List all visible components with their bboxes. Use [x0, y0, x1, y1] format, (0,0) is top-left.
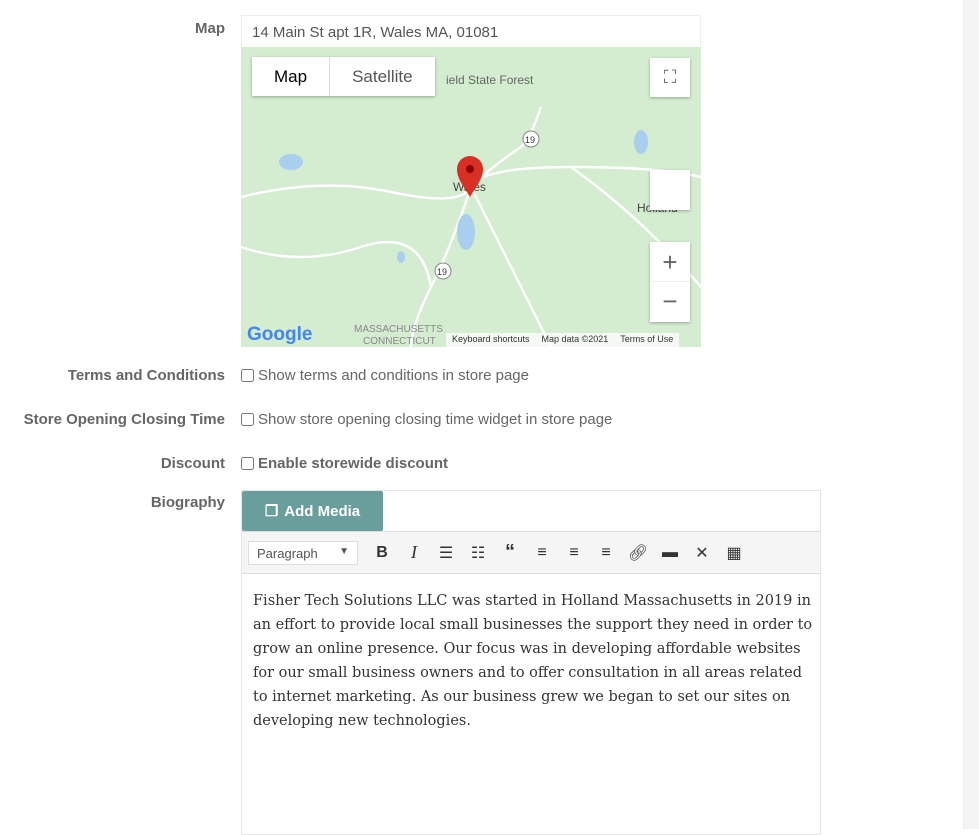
map-tab[interactable]: Map: [252, 57, 331, 96]
map-footer: Keyboard shortcuts Map data ©2021 Terms …: [446, 333, 680, 347]
format-select[interactable]: Paragraph ▼: [248, 540, 358, 565]
map-data: Map data ©2021: [541, 334, 609, 344]
route-label: 19: [437, 267, 447, 277]
zoom-out-button[interactable]: −: [650, 282, 690, 322]
zoom-in-button[interactable]: +: [650, 242, 690, 282]
route-label: 19: [525, 135, 535, 145]
numbered-list-icon[interactable]: ☷: [462, 543, 494, 563]
terms-checkbox[interactable]: [241, 369, 254, 382]
biography-label: Biography: [150, 494, 225, 511]
opening-checkbox-row[interactable]: Show store opening closing time widget i…: [241, 411, 612, 428]
align-right-icon[interactable]: ≡: [590, 544, 622, 562]
satellite-tab[interactable]: Satellite: [330, 57, 434, 96]
media-icon: ❐: [264, 503, 279, 520]
scrollbar[interactable]: [963, 0, 979, 829]
street-view-button[interactable]: [650, 170, 690, 210]
discount-checkbox-label: Enable storewide discount: [258, 455, 449, 472]
map-label: Map: [195, 20, 225, 37]
terms-label: Terms and Conditions: [67, 367, 225, 384]
bold-icon[interactable]: B: [366, 544, 398, 562]
editor-toolbar: Paragraph ▼ B I ☰ ☷ “ ≡ ≡ ≡ 🔗︎ ▬ ✕ ▦: [242, 531, 820, 574]
address-input[interactable]: 14 Main St apt 1R, Wales MA, 01081: [241, 15, 701, 48]
place-label: ield State Forest: [446, 73, 534, 87]
link-icon[interactable]: 🔗︎: [622, 543, 654, 563]
fullscreen-icon[interactable]: ⛶: [650, 58, 690, 97]
italic-icon[interactable]: I: [398, 542, 430, 563]
map[interactable]: Wales Holland ield State Forest 19 19 MA…: [241, 47, 701, 347]
read-more-icon[interactable]: ▬: [654, 544, 686, 562]
discount-label: Discount: [160, 455, 225, 472]
opening-checkbox-label: Show store opening closing time widget i…: [258, 411, 613, 428]
add-media-button[interactable]: ❐ Add Media: [242, 491, 383, 531]
blockquote-icon[interactable]: “: [494, 541, 526, 564]
discount-checkbox[interactable]: [241, 457, 254, 470]
keyboard-shortcuts-link[interactable]: Keyboard shortcuts: [452, 334, 530, 346]
align-left-icon[interactable]: ≡: [526, 544, 558, 562]
opening-label: Store Opening Closing Time: [23, 411, 225, 428]
opening-checkbox[interactable]: [241, 413, 254, 426]
state-label: CONNECTICUT: [363, 336, 436, 347]
fullscreen-icon[interactable]: ✕: [686, 543, 718, 563]
terms-checkbox-row[interactable]: Show terms and conditions in store page: [241, 367, 529, 384]
zoom-control: + −: [650, 242, 690, 322]
biography-editor: ❐ Add Media Paragraph ▼ B I ☰ ☷ “ ≡ ≡ ≡ 🔗︎…: [241, 490, 821, 835]
state-label: MASSACHUSETTS: [354, 324, 443, 335]
discount-checkbox-row[interactable]: Enable storewide discount: [241, 455, 448, 472]
google-logo: Google: [247, 324, 312, 345]
align-center-icon[interactable]: ≡: [558, 544, 590, 562]
editor-content[interactable]: Fisher Tech Solutions LLC was started in…: [253, 589, 813, 733]
terms-checkbox-label: Show terms and conditions in store page: [258, 367, 529, 384]
terms-link[interactable]: Terms of Use: [620, 334, 673, 346]
add-media-label: Add Media: [284, 502, 361, 520]
map-type-control: Map Satellite: [252, 57, 435, 96]
toolbar-toggle-icon[interactable]: ▦: [718, 543, 750, 563]
bullet-list-icon[interactable]: ☰: [430, 543, 462, 563]
